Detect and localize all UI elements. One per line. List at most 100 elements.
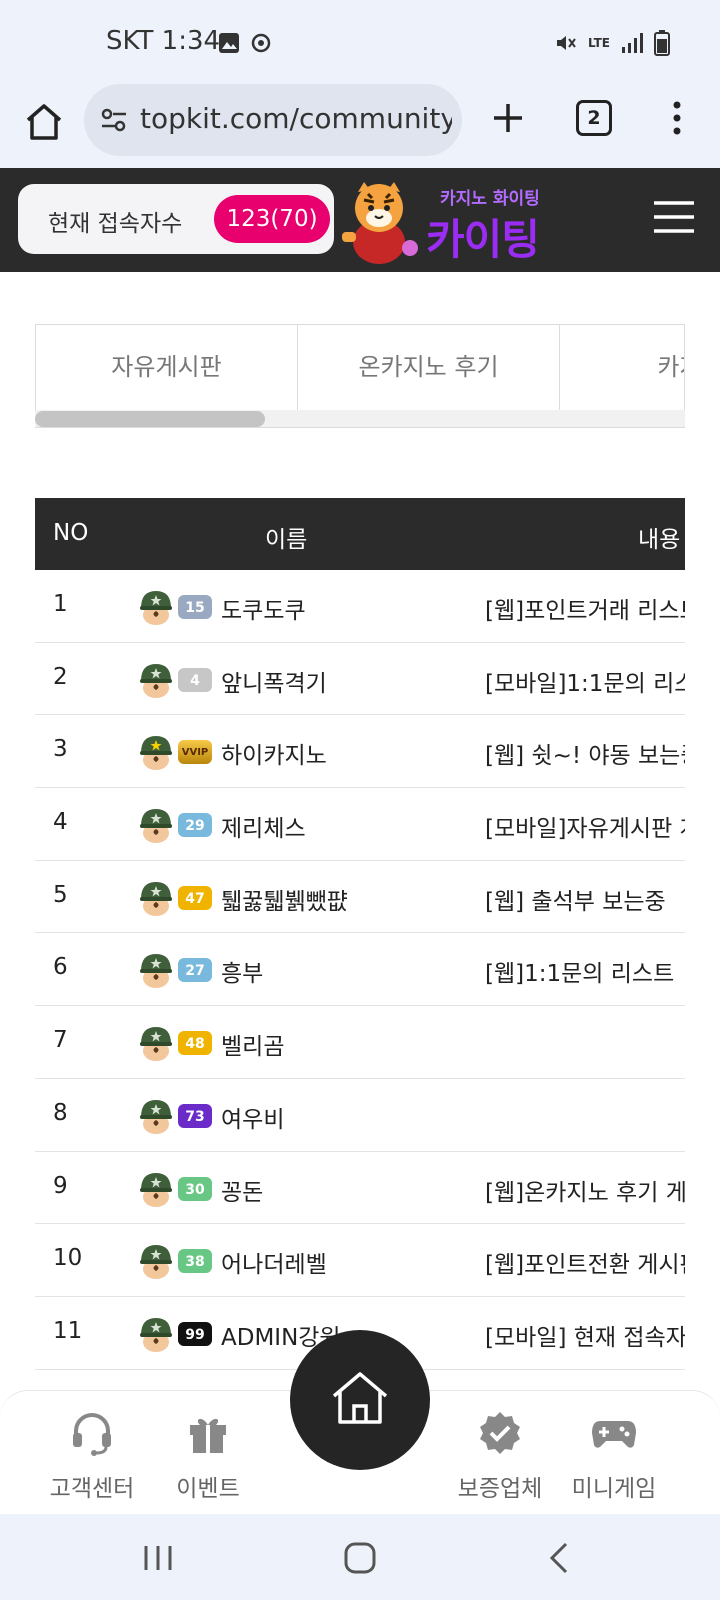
row-number: 11 [53, 1317, 83, 1344]
level-badge: 47 [178, 885, 212, 910]
soldier-avatar-icon [140, 1099, 172, 1134]
level-badge: 4 [178, 667, 212, 692]
nav-label: 고객센터 [49, 1476, 135, 1502]
user-name[interactable]: 제리체스 [221, 809, 306, 843]
user-activity: [모바일] 현재 접속자 [485, 1324, 685, 1351]
nav-mini-game[interactable]: 미니게임 [554, 1409, 674, 1503]
nav-label: 이벤트 [176, 1476, 240, 1502]
soldier-avatar-icon [140, 881, 172, 916]
logo-text: 카이팅 [426, 215, 540, 264]
header-no: NO [53, 520, 89, 546]
header-content: 내용 [638, 527, 681, 553]
user-name[interactable]: 어나더레벨 [221, 1245, 327, 1279]
nav-verified-sites[interactable]: 보증업체 [440, 1409, 560, 1503]
user-name[interactable]: 흥부 [221, 954, 263, 988]
table-row[interactable]: 4 29 제리체스 [모바일]자유게시판 게 [35, 788, 685, 861]
soldier-avatar-icon [140, 736, 172, 771]
table-row[interactable]: 5 47 퉯꿇퉯뷁뺐퍖 [웹] 출석부 보는중 [35, 861, 685, 934]
table-row[interactable]: 10 38 어나더레벨 [웹]포인트전환 게시판 [35, 1224, 685, 1297]
site-settings-icon[interactable] [98, 104, 130, 136]
browser-home-icon[interactable] [22, 100, 66, 144]
status-icons: LTE [554, 30, 670, 56]
soldier-avatar-icon [140, 1027, 172, 1062]
visitor-label: 현재 접속자수 [48, 211, 183, 237]
nav-event[interactable]: 이벤트 [148, 1409, 268, 1503]
row-number: 6 [53, 954, 68, 981]
user-name[interactable]: 퉯꿇퉯뷁뺐퍖 [221, 882, 348, 916]
table-body: 115도쿠도쿠[웹]포인트거래 리스트24앞니폭격기[모바일]1:1문의 리스트… [35, 570, 685, 1370]
headset-icon [73, 1413, 111, 1456]
visitor-counter: 현재 접속자수 123(70) [18, 184, 334, 254]
user-activity: [웹]온카지노 후기 게 [485, 1179, 685, 1206]
status-bar: SKT 1:34 LTE [0, 0, 720, 84]
header-name: 이름 [265, 527, 308, 553]
level-badge: 99 [178, 1321, 212, 1346]
user-name[interactable]: 꽁돈 [221, 1173, 263, 1207]
tab-switcher-button[interactable]: 2 [576, 100, 612, 136]
user-name[interactable]: 벨리곰 [221, 1027, 284, 1061]
table-header: NO 이름 내용 [35, 498, 685, 570]
new-tab-icon[interactable] [488, 98, 528, 138]
table-row[interactable]: 1 15 도쿠도쿠 [웹]포인트거래 리스트 [35, 570, 685, 643]
soldier-avatar-icon [140, 591, 172, 625]
url-bar[interactable]: topkit.com/community/ [84, 84, 462, 156]
gamepad-icon [592, 1421, 636, 1448]
tab-casino[interactable]: 카지노 [560, 325, 684, 412]
user-activity: [웹] 쉿~! 야동 보는중 [485, 743, 685, 770]
mute-icon [556, 36, 576, 50]
user-activity: [웹] 출석부 보는중 [485, 888, 666, 915]
level-badge: VVIP [178, 740, 212, 765]
soldier-avatar-icon [140, 1245, 172, 1280]
row-number: 9 [53, 1172, 68, 1199]
site-header: 현재 접속자수 123(70) 카지노 화이팅 카이팅 [0, 168, 720, 272]
tab-oncasino-review[interactable]: 온카지노 후기 [298, 325, 560, 412]
table-row[interactable]: 6 27 흥부 [웹]1:1문의 리스트 [35, 933, 685, 1007]
battery-icon [654, 30, 670, 56]
row-number: 7 [53, 1027, 68, 1054]
user-name[interactable]: 여우비 [221, 1100, 284, 1134]
level-badge: 29 [178, 813, 212, 838]
user-activity: [웹]1:1문의 리스트 [485, 961, 675, 988]
tab-free-board[interactable]: 자유게시판 [36, 325, 298, 412]
user-activity: [웹]포인트전환 게시판 [485, 1252, 685, 1279]
nav-label: 보증업체 [457, 1476, 543, 1502]
level-badge: 48 [178, 1031, 212, 1056]
system-home-icon[interactable] [338, 1536, 382, 1580]
table-row[interactable]: 9 30 꽁돈 [웹]온카지노 후기 게 [35, 1152, 685, 1225]
gift-icon [190, 1418, 226, 1453]
level-badge: 15 [178, 595, 212, 619]
user-name[interactable]: 앞니폭격기 [221, 664, 327, 698]
home-button[interactable] [290, 1330, 430, 1470]
network-type: LTE [587, 36, 610, 50]
image-notification-icon [219, 33, 239, 53]
online-users-table: NO 이름 내용 1 15 도쿠도쿠 [웹]포인트거래 리스트 2 4 앞니폭격기 [모바일]… [35, 498, 685, 1370]
tabs-scrollbar-thumb[interactable] [35, 411, 265, 427]
soldier-avatar-icon [140, 809, 172, 844]
table-row[interactable]: 7 48 벨리곰 [35, 1006, 685, 1079]
back-icon[interactable] [538, 1536, 582, 1580]
table-row[interactable]: 8 73 여우비 [35, 1079, 685, 1152]
more-options-icon[interactable] [662, 98, 692, 138]
site-logo[interactable]: 카지노 화이팅 카이팅 [334, 174, 564, 266]
table-row[interactable]: 2 4 앞니폭격기 [모바일]1:1문의 리스트 [35, 643, 685, 716]
row-number: 3 [53, 736, 68, 763]
menu-icon[interactable] [652, 200, 696, 234]
user-name[interactable]: 도쿠도쿠 [221, 591, 306, 625]
row-number: 2 [53, 663, 68, 690]
user-name[interactable]: 하이카지노 [221, 736, 327, 770]
row-number: 1 [53, 591, 68, 617]
tabs-scrollbar[interactable] [35, 410, 685, 428]
row-number: 10 [53, 1245, 83, 1272]
home-icon [332, 1372, 388, 1424]
soldier-avatar-icon [140, 1172, 172, 1207]
url-text[interactable]: topkit.com/community/ [140, 102, 452, 135]
nav-customer-center[interactable]: 고객센터 [32, 1409, 152, 1503]
system-navigation-bar [0, 1514, 720, 1600]
user-activity: [모바일]1:1문의 리스트 [485, 670, 685, 697]
recent-apps-icon[interactable] [136, 1536, 180, 1580]
soldier-avatar-icon [140, 1317, 172, 1352]
sync-notification-icon [251, 33, 271, 53]
tiger-mascot-icon [342, 182, 418, 264]
signal-icon [622, 33, 643, 53]
table-row[interactable]: 3 VVIP 하이카지노 [웹] 쉿~! 야동 보는중 [35, 715, 685, 789]
